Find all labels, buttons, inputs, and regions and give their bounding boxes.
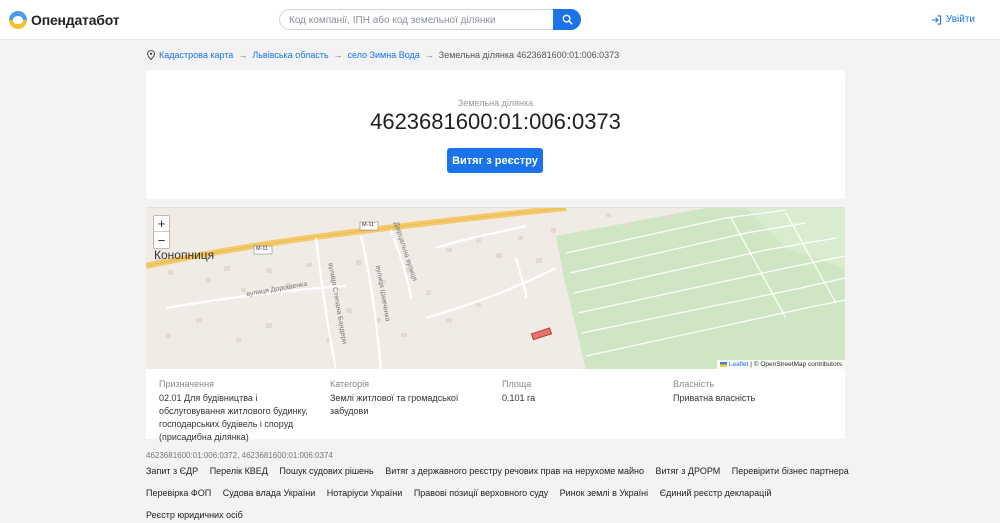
breadcrumb: Кадастрова карта → Львівська область → с… xyxy=(147,50,619,60)
breadcrumb-cadastral-map[interactable]: Кадастрова карта xyxy=(159,50,233,60)
parcel-subtitle: Земельна ділянка xyxy=(457,98,534,108)
purpose-block: Призначення 02.01 Для будівництва і обсл… xyxy=(159,379,324,444)
footer-link[interactable]: Єдиний реєстр декларацій xyxy=(660,488,772,498)
area-label: Площа xyxy=(502,379,532,389)
footer-link[interactable]: Витяг з ДРОРМ xyxy=(655,466,720,476)
parcel-info: Призначення 02.01 Для будівництва і обсл… xyxy=(146,369,845,442)
parcel-header-card: Земельна ділянка 4623681600:01:006:0373 … xyxy=(146,70,845,199)
osm-attribution: | © OpenStreetMap contributors xyxy=(750,361,842,368)
breadcrumb-separator: → xyxy=(238,50,248,60)
search-icon xyxy=(562,14,573,25)
breadcrumb-region[interactable]: Львівська область xyxy=(252,50,328,60)
search-input[interactable] xyxy=(289,12,551,28)
extract-button[interactable]: Витяг з реєстру xyxy=(447,148,543,173)
breadcrumb-separator: → xyxy=(424,50,434,60)
area-value: 0.101 га xyxy=(502,393,536,403)
ownership-label: Власність xyxy=(673,379,715,389)
search-button[interactable] xyxy=(553,9,581,30)
neighbor-parcels[interactable]: 4623681600:01:006:0372, 4623681600:01:00… xyxy=(146,451,333,460)
breadcrumb-current: Земельна ділянка 4623681600:01:006:0373 xyxy=(438,50,620,60)
parcel-cadastral-number: 4623681600:01:006:0373 xyxy=(370,109,621,134)
top-header: Опендатабот Увійти xyxy=(0,0,1000,40)
category-label: Категорія xyxy=(330,379,370,389)
map-tiles xyxy=(146,208,845,369)
leaflet-link[interactable]: Leaflet xyxy=(729,361,749,368)
category-block: Категорія Землі житлової та громадської … xyxy=(330,379,495,418)
footer-links-row: Перевірка ФОП Судова влада України Нотар… xyxy=(146,488,780,498)
footer-link[interactable]: Реєстр юридичних осіб xyxy=(146,510,243,520)
logo-text: Опендатабот xyxy=(31,12,120,28)
zoom-control: + − xyxy=(153,215,170,249)
footer-links-row: Реєстр юридичних осіб xyxy=(146,510,252,520)
footer-link[interactable]: Правові позиції верховного суду xyxy=(414,488,548,498)
ownership-block: Власність Приватна власність xyxy=(673,379,838,405)
footer-link[interactable]: Запит з ЄДР xyxy=(146,466,198,476)
breadcrumb-separator: → xyxy=(333,50,343,60)
logo-icon xyxy=(9,11,27,29)
login-label: Увійти xyxy=(945,14,975,25)
map-pin-icon xyxy=(147,50,155,60)
road-label: М-11 xyxy=(256,246,269,252)
road-label: М-11 xyxy=(362,222,375,228)
category-value: Землі житлової та громадської забудови xyxy=(330,393,459,416)
purpose-label: Призначення xyxy=(159,379,214,389)
cadastral-map[interactable]: М-11 М-11 вулиця Дорошенка вулиця Степан… xyxy=(146,207,845,369)
footer-link[interactable]: Перелік КВЕД xyxy=(210,466,268,476)
footer-link[interactable]: Перевірка ФОП xyxy=(146,488,211,498)
breadcrumb-village[interactable]: село Зимна Вода xyxy=(348,50,420,60)
map-attribution: Leaflet | © OpenStreetMap contributors xyxy=(717,360,845,369)
area-block: Площа 0.101 га xyxy=(502,379,667,405)
ukraine-flag-icon xyxy=(720,361,728,367)
zoom-in-button[interactable]: + xyxy=(154,216,169,232)
ownership-value: Приватна власність xyxy=(673,393,756,403)
logo[interactable]: Опендатабот xyxy=(9,11,120,29)
map-town-label: Конопниця xyxy=(154,248,215,262)
login-link[interactable]: Увійти xyxy=(931,14,975,25)
zoom-out-button[interactable]: − xyxy=(154,232,169,248)
footer-links-row: Запит з ЄДР Перелік КВЕД Пошук судових р… xyxy=(146,466,858,476)
footer-link[interactable]: Судова влада України xyxy=(223,488,316,498)
footer-link[interactable]: Нотаріуси України xyxy=(327,488,403,498)
footer-link[interactable]: Ринок землі в Україні xyxy=(560,488,648,498)
login-icon xyxy=(931,14,942,25)
search-box xyxy=(279,9,581,30)
footer-link[interactable]: Пошук судових рішень xyxy=(279,466,373,476)
purpose-value: 02.01 Для будівництва і обслуговування ж… xyxy=(159,393,308,442)
footer-link[interactable]: Витяг з державного реєстру речових прав … xyxy=(385,466,644,476)
footer-link[interactable]: Перевірити бізнес партнера xyxy=(732,466,849,476)
